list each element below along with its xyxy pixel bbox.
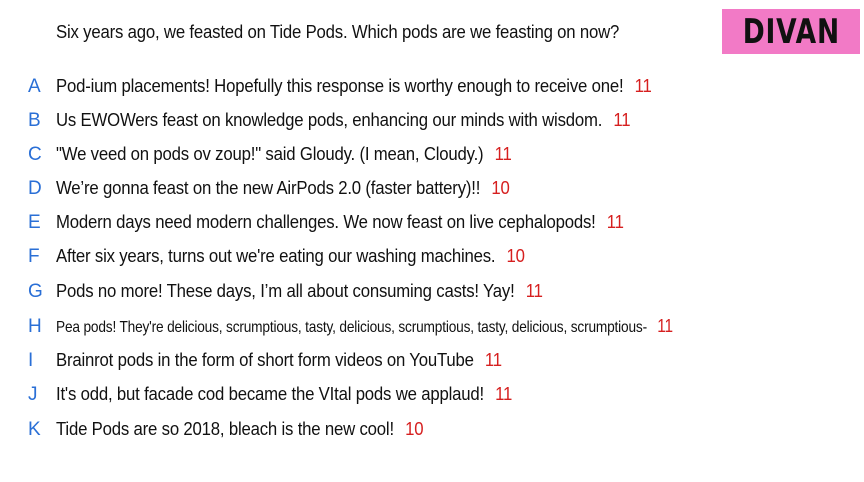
response-score: 11	[606, 212, 624, 232]
response-text: Pea pods! They're delicious, scrumptious…	[56, 319, 647, 336]
response-row-b: B Us EWOWers feast on knowledge pods, en…	[0, 108, 864, 138]
response-letter: K	[28, 419, 41, 440]
response-score: 10	[506, 246, 525, 266]
response-row-k: K Tide Pods are so 2018, bleach is the n…	[0, 417, 864, 447]
response-score: 11	[495, 384, 513, 404]
response-letter: D	[28, 178, 42, 199]
response-text: Tide Pods are so 2018, bleach is the new…	[56, 419, 394, 439]
response-row-i: I Brainrot pods in the form of short for…	[0, 348, 864, 378]
response-text: We’re gonna feast on the new AirPods 2.0…	[56, 178, 481, 198]
response-row-h: H Pea pods! They're delicious, scrumptio…	[0, 314, 864, 344]
response-score: 11	[634, 76, 652, 96]
response-text: Pods no more! These days, I’m all about …	[56, 281, 515, 301]
prompt-text: Six years ago, we feasted on Tide Pods. …	[56, 22, 620, 42]
name-badge-text: DIVAN	[742, 11, 840, 52]
response-score: 11	[613, 110, 631, 130]
response-score: 11	[494, 144, 512, 164]
response-text: After six years, turns out we're eating …	[56, 246, 496, 266]
response-text: Modern days need modern challenges. We n…	[56, 212, 596, 232]
response-score: 10	[491, 178, 510, 198]
response-letter: G	[28, 281, 43, 302]
response-row-d: D We’re gonna feast on the new AirPods 2…	[0, 176, 864, 206]
response-text: Brainrot pods in the form of short form …	[56, 350, 474, 370]
response-letter: E	[28, 212, 41, 233]
response-letter: A	[28, 76, 41, 97]
response-letter: F	[28, 246, 40, 267]
name-badge: DIVAN	[722, 9, 860, 54]
response-score: 11	[657, 316, 673, 336]
response-row-f: F After six years, turns out we're eatin…	[0, 244, 864, 274]
response-row-c: C "We veed on pods ov zoup!" said Gloudy…	[0, 142, 864, 172]
response-row-e: E Modern days need modern challenges. We…	[0, 210, 864, 240]
response-score: 11	[484, 350, 502, 370]
response-letter: H	[28, 316, 42, 337]
response-row-g: G Pods no more! These days, I’m all abou…	[0, 279, 864, 309]
response-score: 11	[525, 281, 543, 301]
response-letter: B	[28, 110, 41, 131]
response-row-j: J It's odd, but facade cod became the VI…	[0, 382, 864, 412]
response-text: "We veed on pods ov zoup!" said Gloudy. …	[56, 144, 484, 164]
response-text: Us EWOWers feast on knowledge pods, enha…	[56, 110, 603, 130]
response-row-a: A Pod-ium placements! Hopefully this res…	[0, 74, 864, 104]
response-text: Pod-ium placements! Hopefully this respo…	[56, 76, 624, 96]
response-score: 10	[405, 419, 424, 439]
response-letter: C	[28, 144, 42, 165]
response-letter: I	[28, 350, 34, 371]
response-text: It's odd, but facade cod became the VIta…	[56, 384, 484, 404]
response-letter: J	[28, 384, 38, 405]
